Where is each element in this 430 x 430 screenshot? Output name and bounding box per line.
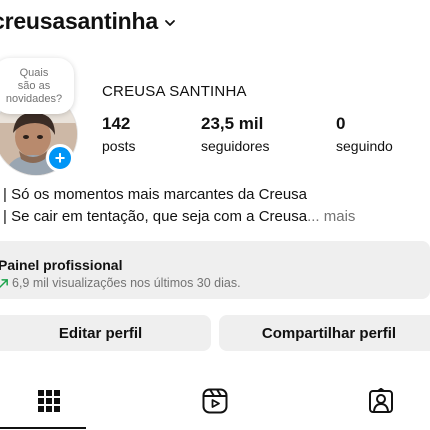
- profile-full-name: CREUSA SANTINHA: [102, 83, 247, 100]
- bio-ellipsis: ...: [307, 208, 320, 225]
- username-label: creusasantinha: [0, 8, 158, 34]
- reels-icon: [202, 388, 228, 414]
- tab-posts-grid[interactable]: [34, 386, 64, 416]
- grid-icon: [38, 390, 60, 412]
- trending-up-icon: [0, 278, 8, 288]
- posts-count-label: posts: [102, 138, 136, 154]
- followers-count-value: 23,5 mil: [201, 114, 264, 133]
- chevron-down-icon: [165, 20, 175, 26]
- note-line-3: novidades?: [5, 92, 63, 105]
- tab-reels[interactable]: [200, 386, 230, 416]
- following-count-value: 0: [336, 114, 346, 133]
- tagged-person-icon: [369, 388, 393, 413]
- note-line-1: Quais: [19, 66, 49, 79]
- posts-count-value: 142: [102, 114, 131, 133]
- add-story-button[interactable]: +: [46, 144, 74, 172]
- bio-line-2: | Se cair em tentação, que seja com a Cr…: [0, 208, 355, 225]
- professional-dashboard-title: Painel profissional: [0, 257, 123, 273]
- plus-icon: +: [54, 148, 66, 168]
- username-switcher[interactable]: creusasantinha: [0, 8, 176, 35]
- followers-count-label: seguidores: [201, 138, 270, 154]
- posts-count[interactable]: 142 posts: [102, 114, 135, 154]
- share-profile-button[interactable]: Compartilhar perfil: [219, 315, 430, 351]
- bio-line-1: | Só os momentos mais marcantes da Creus…: [0, 186, 307, 203]
- tab-tagged[interactable]: [366, 386, 396, 416]
- followers-count[interactable]: 23,5 mil seguidores: [201, 114, 270, 154]
- following-count[interactable]: 0 seguindo: [336, 114, 393, 154]
- bio-text-1: | Só os momentos mais marcantes da Creus…: [3, 186, 308, 203]
- note-bubble[interactable]: Quais são as novidades?: [0, 58, 74, 114]
- note-line-2: são as: [17, 79, 51, 92]
- bio-text-2: | Se cair em tentação, que seja com a Cr…: [3, 208, 308, 225]
- active-tab-indicator: [0, 427, 86, 429]
- bio-more-link[interactable]: mais: [324, 208, 356, 225]
- following-count-label: seguindo: [336, 138, 393, 154]
- edit-profile-button[interactable]: Editar perfil: [0, 315, 211, 351]
- professional-dashboard-subtitle: 6,9 mil visualizações nos últimos 30 dia…: [0, 276, 241, 290]
- professional-dashboard-views: 6,9 mil visualizações nos últimos 30 dia…: [12, 276, 241, 290]
